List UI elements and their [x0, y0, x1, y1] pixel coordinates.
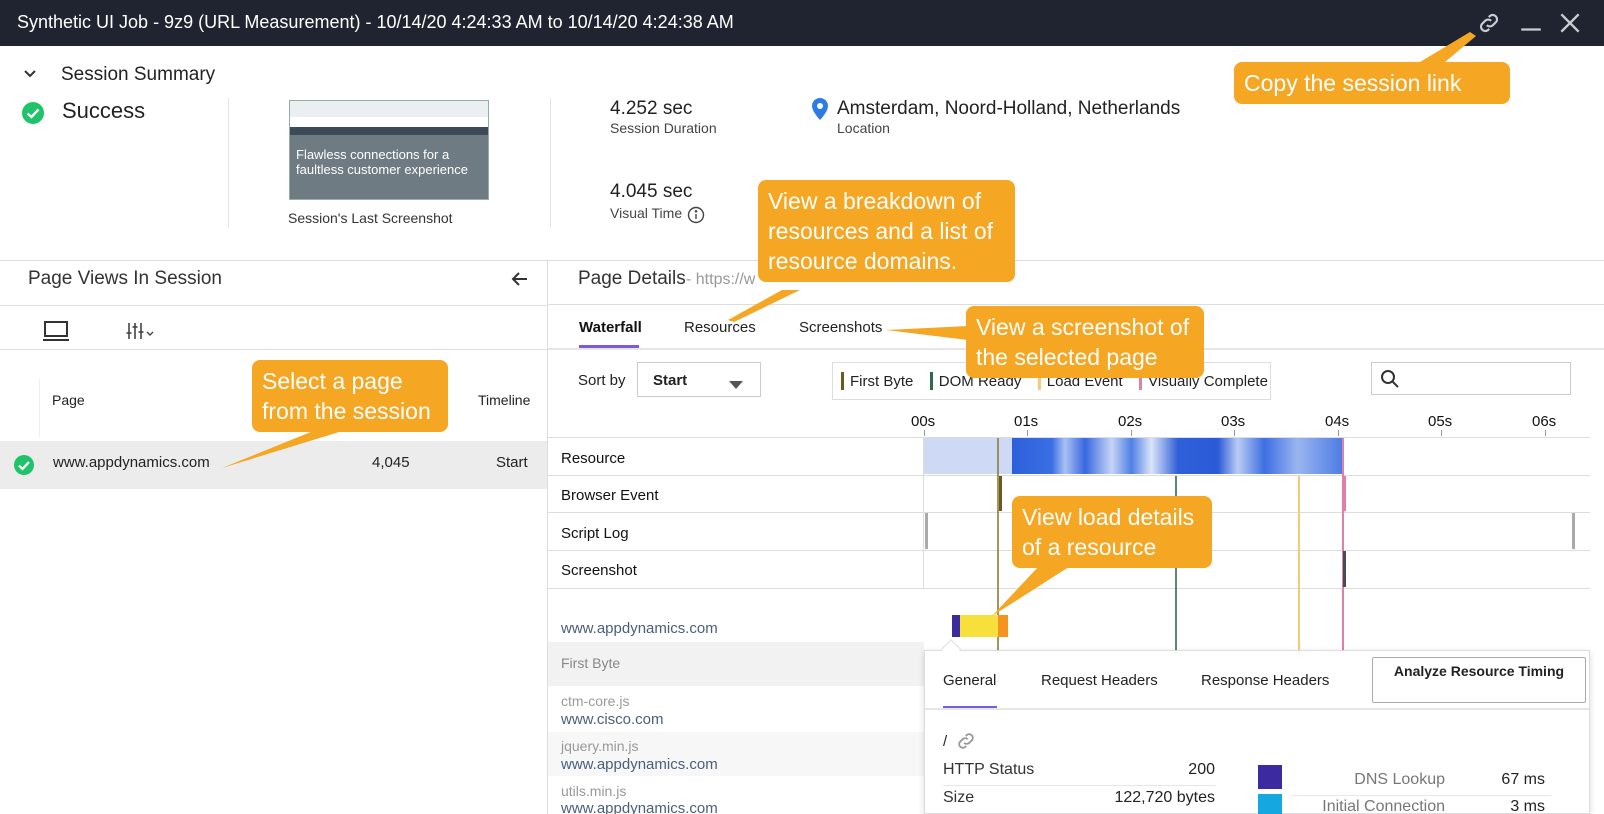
callout-screenshots: View a screenshot of the selected page — [966, 306, 1204, 378]
callout-load-details: View load details of a resource — [1012, 496, 1212, 568]
callout-connectors — [222, 32, 1476, 616]
callout-copy-session-link: Copy the session link — [1234, 62, 1510, 104]
callout-select-page: Select a page from the session — [252, 360, 448, 432]
callout-resources-breakdown: View a breakdown of resources and a list… — [758, 180, 1015, 282]
